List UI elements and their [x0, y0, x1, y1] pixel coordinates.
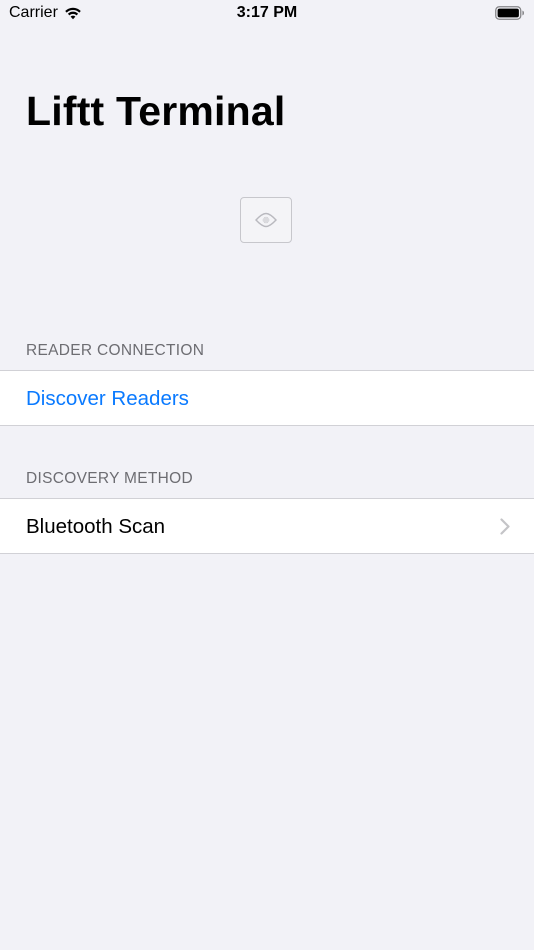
- section-header-reader-connection: READER CONNECTION: [26, 342, 205, 359]
- screen: Carrier 3:17 PM Liftt Terminal READER CO…: [0, 0, 534, 950]
- bluetooth-scan-label: Bluetooth Scan: [26, 515, 166, 538]
- page-title: Liftt Terminal: [26, 88, 286, 134]
- card-reader-icon: [240, 197, 292, 243]
- discover-readers-label: Discover Readers: [26, 387, 189, 410]
- status-bar: Carrier 3:17 PM: [0, 0, 534, 28]
- section-header-discovery-method: DISCOVERY METHOD: [26, 470, 194, 487]
- bluetooth-scan-row[interactable]: Bluetooth Scan: [0, 498, 534, 554]
- chevron-right-icon: [500, 518, 510, 535]
- battery-icon: [495, 6, 525, 20]
- status-time: 3:17 PM: [236, 4, 298, 21]
- discover-readers-button[interactable]: Discover Readers: [0, 370, 534, 426]
